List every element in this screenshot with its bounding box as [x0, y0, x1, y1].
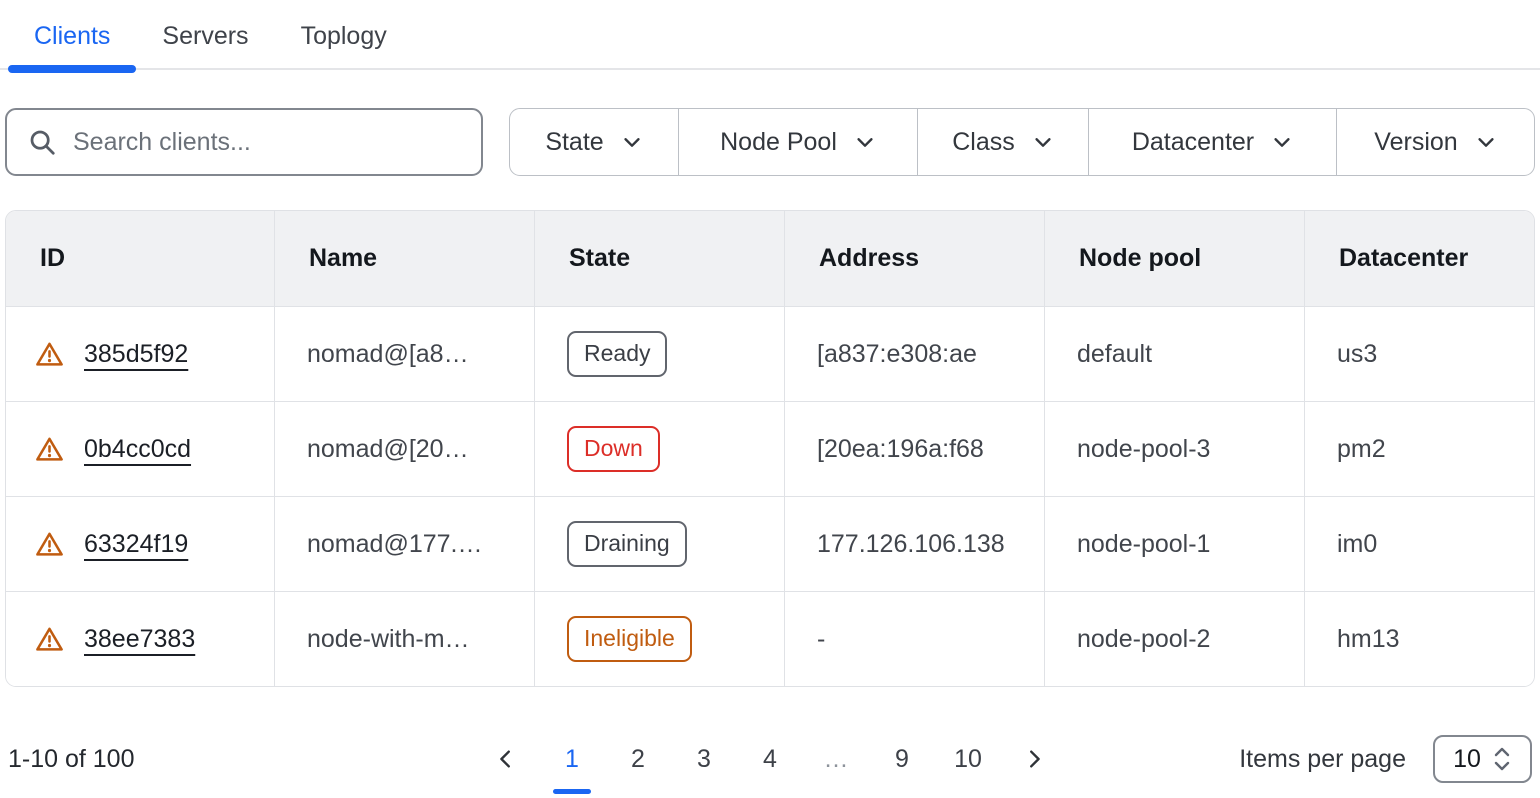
- client-address: [20ea:196a:f68: [784, 402, 1044, 496]
- client-id-link[interactable]: 0b4cc0cd: [84, 435, 191, 464]
- client-datacenter: pm2: [1304, 402, 1534, 496]
- filter-label: State: [545, 128, 603, 157]
- state-badge: Down: [567, 426, 660, 472]
- filter-label: Version: [1374, 128, 1457, 157]
- client-datacenter: hm13: [1304, 592, 1534, 686]
- page-1-button[interactable]: 1: [539, 737, 605, 781]
- warning-triangle-icon: [34, 435, 65, 464]
- client-name: nomad@[20…: [274, 402, 534, 496]
- client-id-link[interactable]: 38ee7383: [84, 625, 195, 654]
- column-header: ID: [6, 211, 274, 306]
- chevron-down-icon: [854, 131, 876, 153]
- chevron-right-icon: [1023, 748, 1045, 770]
- state-badge: Ready: [567, 331, 667, 377]
- chevron-left-icon: [495, 748, 517, 770]
- client-address: -: [784, 592, 1044, 686]
- client-node-pool: default: [1044, 307, 1304, 401]
- toolbar: State Node Pool Class Datacenter: [5, 108, 1535, 176]
- client-name: nomad@[a8…: [274, 307, 534, 401]
- search-icon: [27, 127, 57, 157]
- search-box[interactable]: [5, 108, 483, 176]
- chevron-down-icon: [621, 131, 643, 153]
- state-badge: Ineligible: [567, 616, 692, 662]
- warning-triangle-icon: [34, 530, 65, 559]
- chevron-down-icon: [1032, 131, 1054, 153]
- table-row: 0b4cc0cd nomad@[20… Down [20ea:196a:f68 …: [6, 401, 1534, 496]
- client-datacenter: im0: [1304, 497, 1534, 591]
- table-header-row: IDNameStateAddressNode poolDatacenter: [6, 211, 1534, 306]
- filter-node-pool[interactable]: Node Pool: [678, 109, 917, 175]
- filter-label: Datacenter: [1132, 128, 1254, 157]
- filter-label: Class: [952, 128, 1015, 157]
- search-input[interactable]: [73, 128, 463, 157]
- tab-toplogy[interactable]: Toplogy: [275, 4, 413, 68]
- warning-triangle-icon: [34, 340, 65, 369]
- client-id-link[interactable]: 385d5f92: [84, 340, 188, 369]
- page-4-button[interactable]: 4: [737, 737, 803, 781]
- page-2-button[interactable]: 2: [605, 737, 671, 781]
- tab-label: Toplogy: [301, 22, 387, 51]
- page-3-button[interactable]: 3: [671, 737, 737, 781]
- tab-servers[interactable]: Servers: [136, 4, 274, 68]
- column-header: Address: [784, 211, 1044, 306]
- tab-bar: Clients Servers Toplogy: [0, 0, 1540, 70]
- chevron-down-icon: [1475, 131, 1497, 153]
- tab-label: Servers: [162, 22, 248, 51]
- filter-bar: State Node Pool Class Datacenter: [509, 108, 1535, 176]
- filter-datacenter[interactable]: Datacenter: [1088, 109, 1336, 175]
- pagination-ellipsis: …: [803, 737, 869, 781]
- clients-table: IDNameStateAddressNode poolDatacenter 38…: [5, 210, 1535, 687]
- client-name: node-with-m…: [274, 592, 534, 686]
- previous-page-button[interactable]: [473, 737, 539, 781]
- pager: 1234…910: [473, 737, 1067, 781]
- warning-triangle-icon: [34, 625, 65, 654]
- filter-label: Node Pool: [720, 128, 837, 157]
- chevron-down-icon: [1271, 131, 1293, 153]
- column-header: Node pool: [1044, 211, 1304, 306]
- page-9-button[interactable]: 9: [869, 737, 935, 781]
- filter-class[interactable]: Class: [917, 109, 1088, 175]
- client-datacenter: us3: [1304, 307, 1534, 401]
- client-node-pool: node-pool-1: [1044, 497, 1304, 591]
- next-page-button[interactable]: [1001, 737, 1067, 781]
- filter-state[interactable]: State: [510, 109, 678, 175]
- state-badge: Draining: [567, 521, 687, 567]
- column-header: Name: [274, 211, 534, 306]
- filter-version[interactable]: Version: [1336, 109, 1534, 175]
- client-name: nomad@177.…: [274, 497, 534, 591]
- pagination-bar: 1-10 of 100 1234…910 Items per page 10: [8, 733, 1532, 785]
- client-address: [a837:e308:ae: [784, 307, 1044, 401]
- page-10-button[interactable]: 10: [935, 737, 1001, 781]
- client-node-pool: node-pool-3: [1044, 402, 1304, 496]
- items-per-page-label: Items per page: [1239, 745, 1406, 774]
- client-address: 177.126.106.138: [784, 497, 1044, 591]
- table-row: 385d5f92 nomad@[a8… Ready [a837:e308:ae …: [6, 306, 1534, 401]
- client-node-pool: node-pool-2: [1044, 592, 1304, 686]
- tab-label: Clients: [34, 22, 110, 51]
- column-header: State: [534, 211, 784, 306]
- tab-clients[interactable]: Clients: [8, 4, 136, 68]
- select-updown-icon: [1492, 745, 1512, 773]
- items-per-page-select[interactable]: 10: [1433, 735, 1532, 783]
- column-header: Datacenter: [1304, 211, 1534, 306]
- table-row: 38ee7383 node-with-m… Ineligible - node-…: [6, 591, 1534, 686]
- client-id-link[interactable]: 63324f19: [84, 530, 188, 559]
- table-row: 63324f19 nomad@177.… Draining 177.126.10…: [6, 496, 1534, 591]
- items-per-page-value: 10: [1453, 745, 1481, 774]
- table-body: 385d5f92 nomad@[a8… Ready [a837:e308:ae …: [6, 306, 1534, 686]
